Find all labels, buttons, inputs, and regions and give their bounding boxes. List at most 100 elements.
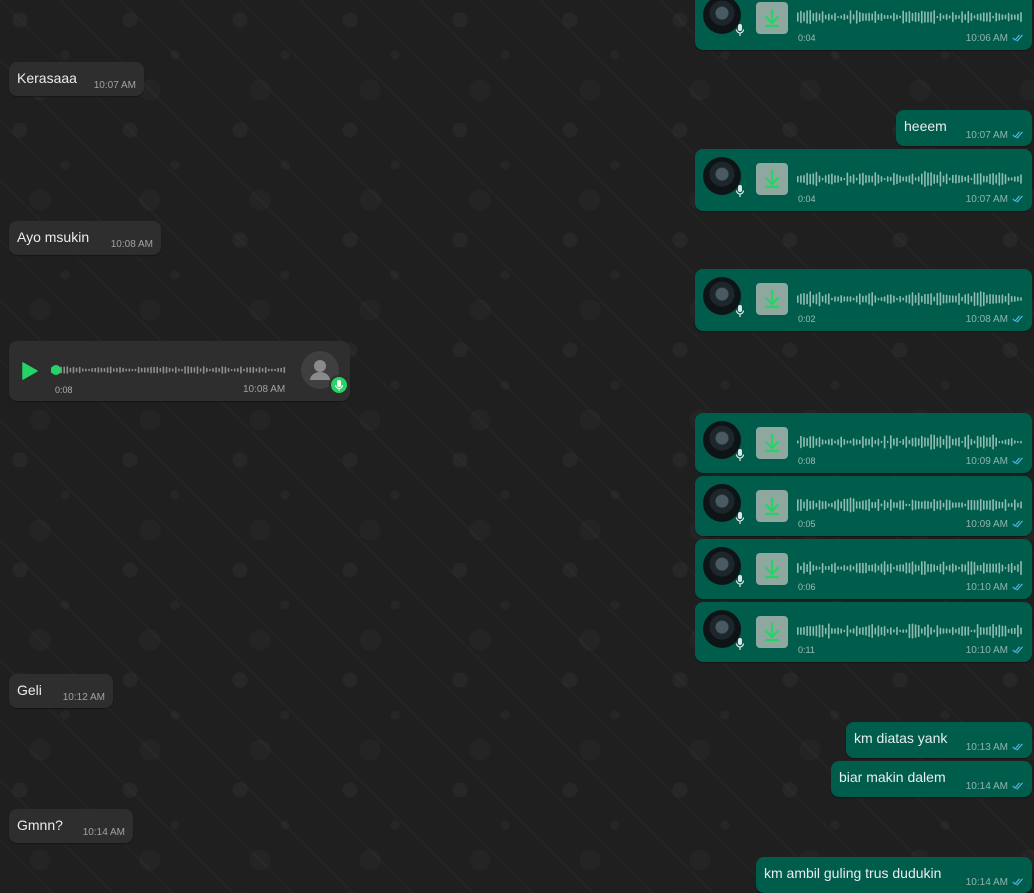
waveform-bar [905,176,908,182]
waveform-bar [914,500,917,510]
download-button[interactable] [756,2,788,34]
waveform-bar [992,434,994,450]
waveform-bar [877,498,880,511]
voice-message-outgoing[interactable]: 0:04 10:07 AM [695,149,1032,211]
microphone-icon [735,575,745,587]
waveform-bar [821,562,824,574]
waveform-bar [852,174,855,184]
download-button[interactable] [756,616,788,648]
waveform-bar [865,295,867,303]
waveform-bar [917,12,920,22]
download-button[interactable] [756,553,788,585]
voice-message-outgoing[interactable]: 0:05 10:09 AM [695,476,1032,536]
waveform-bar [939,292,942,306]
message-incoming[interactable]: Geli 10:12 AM [9,674,113,708]
waveform-bar [939,563,942,573]
message-incoming[interactable]: Ayo msukin 10:08 AM [9,221,161,255]
waveform-bar [852,297,855,301]
waveform-bar [806,563,808,573]
waveform-bar [261,368,264,372]
waveform-bar [945,435,948,449]
waveform-bar [212,368,214,372]
waveform-bar [831,628,833,634]
play-icon[interactable] [21,361,39,381]
download-button[interactable] [756,283,788,315]
waveform-bar [955,628,957,634]
waveform-bar [862,12,864,22]
waveform-bar [862,295,864,303]
waveform-bar [883,177,886,181]
waveform-bar [874,627,877,635]
message-time: 10:14 AM [966,877,1024,888]
message-text: Kerasaaa [17,70,77,86]
waveform-bar [948,435,951,449]
voice-message-outgoing[interactable]: 0:08 10:09 AM [695,413,1032,473]
waveform-bar [970,177,973,181]
message-outgoing[interactable]: heeem 10:07 AM [896,110,1032,146]
waveform-bar [66,366,69,374]
download-button[interactable] [756,490,788,522]
waveform-bar [221,366,224,374]
waveform-bar [865,438,867,446]
waveform-bar [218,368,220,373]
voice-message-outgoing[interactable]: 0:06 10:10 AM [695,539,1032,599]
message-outgoing[interactable]: km diatas yank 10:13 AM [846,722,1032,758]
waveform-bar [964,176,966,182]
waveform-bar [973,561,976,575]
playhead-knob[interactable] [51,365,61,375]
voice-message-outgoing[interactable]: 0:02 10:08 AM [695,269,1032,331]
waveform-bar [1017,564,1019,572]
waveform-bar [948,295,951,303]
waveform-bar [911,499,914,511]
waveform-bar [855,439,858,445]
waveform-bar [893,12,895,22]
voice-message-outgoing[interactable]: 0:11 10:10 AM [695,602,1032,662]
waveform-bar [1014,296,1016,302]
waveform-bar [967,626,970,636]
message-incoming[interactable]: Kerasaaa 10:07 AM [9,62,144,96]
waveform-bar [831,563,833,573]
waveform-bar [837,16,839,19]
message-outgoing[interactable]: biar makin dalem 10:14 AM [831,761,1032,797]
waveform [797,434,1022,450]
waveform-bar [144,367,146,373]
waveform-bar [840,628,842,634]
waveform-bar [818,624,821,638]
waveform-bar [859,627,861,635]
waveform-bar [797,440,799,444]
waveform-bar [812,173,815,185]
waveform-bar [800,175,802,183]
waveform-bar [967,499,970,510]
voice-message-incoming[interactable]: 0:08 10:08 AM [9,341,350,401]
waveform-bar [821,501,824,509]
waveform-bar [849,440,852,444]
waveform-bar [967,434,970,450]
waveform-bar [942,15,945,19]
waveform-bar [952,12,954,23]
waveform-bar [1004,625,1007,637]
message-incoming[interactable]: Gmnn? 10:14 AM [9,809,133,843]
waveform-bar [905,295,908,303]
waveform-bar [63,366,65,374]
waveform-bar [976,565,979,571]
waveform-bar [1020,560,1022,576]
waveform-bar [828,293,830,305]
waveform-bar [921,628,923,634]
waveform-bar [1004,14,1007,20]
waveform-bar [119,367,121,373]
waveform-bar [168,367,171,373]
waveform-bar [936,437,939,447]
waveform-bar [995,174,997,184]
waveform-bar [948,177,951,181]
waveform-bar [874,563,877,573]
waveform-bar [905,503,908,507]
waveform[interactable] [51,360,287,380]
download-button[interactable] [756,427,788,459]
waveform-bar [1004,295,1007,303]
voice-message-outgoing[interactable]: 0:04 10:06 AM [695,0,1032,50]
waveform-bar [933,498,935,512]
waveform-bar [202,366,205,374]
waveform-bar [883,561,886,575]
waveform-bar [976,500,979,510]
download-button[interactable] [756,163,788,195]
